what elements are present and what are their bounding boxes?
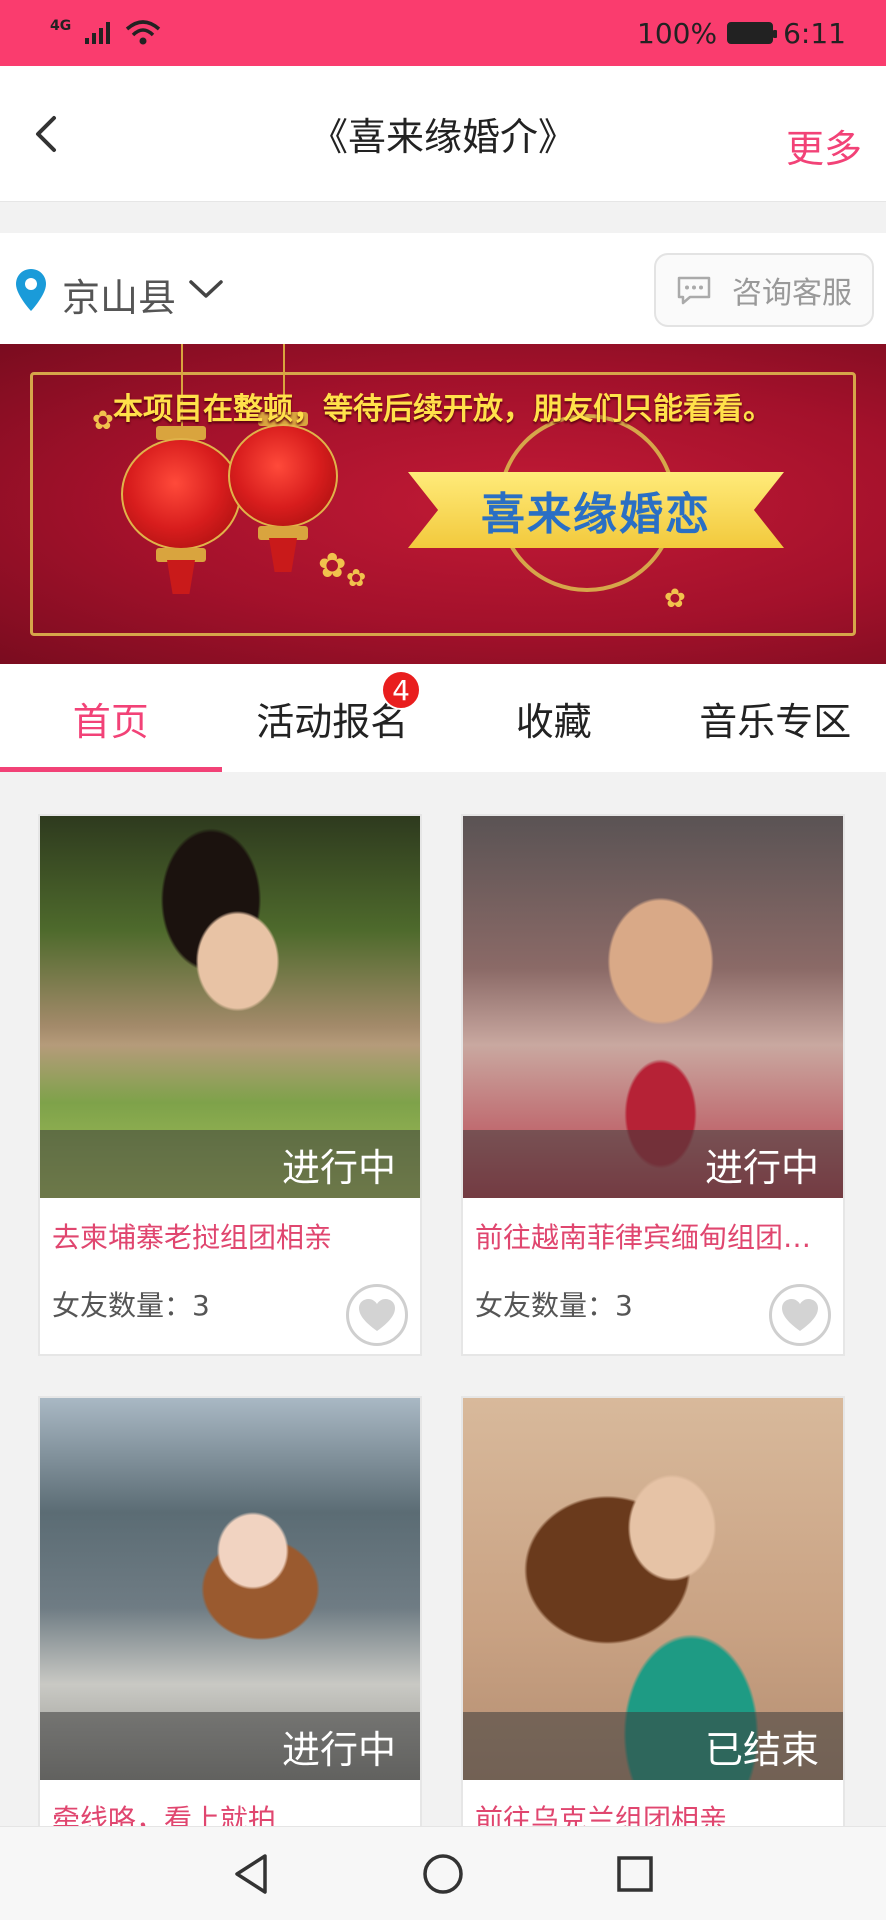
activity-card[interactable]: 已结束 前往乌克兰组团相亲 bbox=[461, 1396, 845, 1826]
status-badge: 进行中 bbox=[463, 1130, 843, 1198]
wifi-icon bbox=[126, 20, 161, 45]
tab-bar: 首页 活动报名 4 收藏 音乐专区 bbox=[0, 664, 886, 772]
banner-notice-text: 本项目在整顿，等待后续开放，朋友们只能看看。 bbox=[113, 392, 773, 427]
card-meta: 女友数量：3 bbox=[52, 1284, 408, 1354]
consult-service-button[interactable]: 咨询客服 bbox=[654, 253, 874, 327]
flower-ornament-icon: ✿ bbox=[664, 584, 686, 614]
tab-label: 音乐专区 bbox=[699, 699, 852, 744]
banner-ribbon-text: 喜来缘婚恋 bbox=[481, 489, 711, 540]
heart-icon bbox=[359, 1299, 395, 1331]
city-selector[interactable]: 京山县 bbox=[62, 267, 176, 322]
tab-favorites[interactable]: 收藏 bbox=[443, 664, 665, 772]
promo-banner[interactable]: ✿ ✿ ✿ ✿ 本项目在整顿，等待后续开放，朋友们只能看看。 喜来缘婚恋 bbox=[0, 344, 886, 664]
status-bar: 4G 100% 6:11 bbox=[0, 0, 886, 66]
card-title: 前往乌克兰组团相亲 bbox=[475, 1803, 728, 1826]
card-title: 去柬埔寨老挝组团相亲 bbox=[52, 1221, 333, 1254]
consult-label: 咨询客服 bbox=[732, 276, 852, 311]
activity-card[interactable]: 进行中 牵线咯，看上就拍 bbox=[38, 1396, 422, 1826]
card-photo: 已结束 bbox=[463, 1398, 843, 1780]
favorite-button[interactable] bbox=[346, 1284, 408, 1346]
card-photo: 进行中 bbox=[40, 1398, 420, 1780]
favorite-button[interactable] bbox=[769, 1284, 831, 1346]
banner-ribbon: 喜来缘婚恋 bbox=[408, 472, 784, 548]
nav-home-icon[interactable] bbox=[421, 1852, 465, 1896]
notification-badge: 4 bbox=[381, 670, 421, 710]
lantern-cap bbox=[156, 548, 206, 562]
system-nav-bar bbox=[0, 1826, 886, 1920]
status-badge: 已结束 bbox=[463, 1712, 843, 1780]
tab-label: 首页 bbox=[72, 699, 149, 744]
lantern-cap bbox=[258, 526, 308, 540]
girlfriend-count: 女友数量：3 bbox=[52, 1289, 210, 1322]
tab-label: 收藏 bbox=[515, 699, 592, 744]
nav-back-icon[interactable] bbox=[231, 1852, 271, 1896]
tab-music-zone[interactable]: 音乐专区 bbox=[665, 664, 886, 772]
location-bar: 京山县 咨询客服 bbox=[0, 233, 886, 344]
girlfriend-count: 女友数量：3 bbox=[475, 1289, 633, 1322]
card-title: 前往越南菲律宾缅甸组团… bbox=[475, 1221, 812, 1254]
lantern-icon bbox=[228, 424, 338, 528]
activity-card[interactable]: 进行中 前往越南菲律宾缅甸组团… 女友数量：3 bbox=[461, 814, 845, 1356]
location-pin-icon[interactable] bbox=[14, 267, 48, 313]
heart-icon bbox=[782, 1299, 818, 1331]
app-screen: 4G 100% 6:11 《喜来缘婚介》 更多 京山县 咨询客服 ✿ ✿ ✿ ✿… bbox=[0, 0, 886, 1920]
lantern-icon bbox=[121, 438, 241, 550]
activity-card[interactable]: 进行中 去柬埔寨老挝组团相亲 女友数量：3 bbox=[38, 814, 422, 1356]
status-badge: 进行中 bbox=[40, 1712, 420, 1780]
card-meta: 女友数量：3 bbox=[475, 1284, 831, 1354]
activity-grid: 进行中 去柬埔寨老挝组团相亲 女友数量：3 进行中 前往越南菲律宾缅甸组团… 女… bbox=[0, 772, 886, 1826]
back-arrow-icon[interactable] bbox=[28, 114, 68, 154]
title-bar: 《喜来缘婚介》 更多 bbox=[0, 66, 886, 202]
chat-icon bbox=[677, 276, 711, 305]
clock: 6:11 bbox=[783, 16, 846, 50]
status-badge: 进行中 bbox=[40, 1130, 420, 1198]
page-title: 《喜来缘婚介》 bbox=[309, 115, 576, 159]
network-label: 4G bbox=[50, 18, 72, 34]
card-photo: 进行中 bbox=[463, 816, 843, 1198]
signal-icon bbox=[85, 22, 111, 44]
chevron-down-icon[interactable] bbox=[188, 277, 224, 301]
card-photo: 进行中 bbox=[40, 816, 420, 1198]
tab-home[interactable]: 首页 bbox=[0, 664, 222, 772]
battery-icon bbox=[727, 22, 778, 44]
tab-activity-signup[interactable]: 活动报名 4 bbox=[222, 664, 444, 772]
card-title: 牵线咯，看上就拍 bbox=[52, 1803, 277, 1826]
flower-ornament-icon: ✿ bbox=[346, 564, 367, 592]
flower-ornament-icon: ✿ bbox=[318, 546, 347, 586]
more-button[interactable]: 更多 bbox=[786, 118, 862, 173]
battery-percent: 100% bbox=[637, 16, 718, 50]
nav-recents-icon[interactable] bbox=[615, 1854, 655, 1894]
